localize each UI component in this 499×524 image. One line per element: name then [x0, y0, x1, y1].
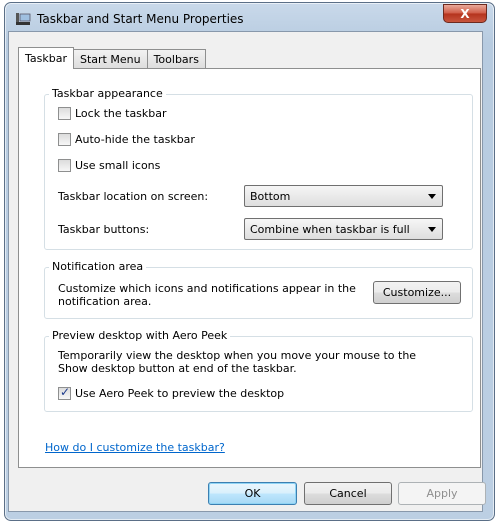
- taskbar-buttons-value: Combine when taskbar is full: [250, 222, 410, 236]
- chevron-down-icon: [428, 227, 436, 232]
- taskbar-location-value: Bottom: [250, 189, 291, 203]
- taskbar-app-icon: [16, 13, 31, 25]
- use-aero-peek-option[interactable]: Use Aero Peek to preview the desktop: [58, 385, 285, 400]
- ok-button-label: OK: [244, 487, 261, 500]
- lock-taskbar-checkbox[interactable]: [58, 107, 71, 120]
- notification-text-line1: Customize which icons and notifications …: [58, 282, 356, 295]
- notification-area-legend: Notification area: [49, 260, 147, 273]
- taskbar-location-dropdown[interactable]: Bottom: [244, 185, 443, 207]
- small-icons-checkbox[interactable]: [58, 159, 71, 172]
- window-title: Taskbar and Start Menu Properties: [37, 12, 244, 26]
- tab-taskbar-label: Taskbar: [25, 52, 67, 65]
- aero-peek-text-line2: Show desktop button at end of the taskba…: [58, 362, 297, 375]
- small-icons-option[interactable]: Use small icons: [58, 159, 160, 172]
- apply-button[interactable]: Apply: [398, 482, 486, 505]
- aero-peek-text-line1: Temporarily view the desktop when you mo…: [58, 349, 417, 362]
- autohide-taskbar-checkbox[interactable]: [58, 133, 71, 146]
- aero-peek-legend: Preview desktop with Aero Peek: [49, 329, 231, 342]
- tab-start-menu-label: Start Menu: [80, 53, 141, 66]
- help-link[interactable]: How do I customize the taskbar?: [45, 441, 225, 454]
- lock-taskbar-option[interactable]: Lock the taskbar: [58, 107, 167, 120]
- ok-button[interactable]: OK: [208, 482, 297, 505]
- aero-peek-description: Temporarily view the desktop when you mo…: [58, 349, 468, 375]
- close-button[interactable]: X: [443, 4, 487, 23]
- notification-description: Customize which icons and notifications …: [58, 282, 370, 308]
- use-aero-peek-checkbox[interactable]: [58, 385, 71, 400]
- lock-taskbar-label: Lock the taskbar: [75, 107, 167, 120]
- taskbar-buttons-dropdown[interactable]: Combine when taskbar is full: [244, 218, 443, 240]
- taskbar-appearance-legend: Taskbar appearance: [49, 87, 166, 100]
- taskbar-buttons-label: Taskbar buttons:: [58, 223, 150, 236]
- autohide-taskbar-label: Auto-hide the taskbar: [75, 133, 195, 146]
- use-aero-peek-label: Use Aero Peek to preview the desktop: [75, 387, 285, 400]
- cancel-button[interactable]: Cancel: [304, 482, 392, 505]
- tab-start-menu[interactable]: Start Menu: [73, 49, 148, 69]
- customize-button[interactable]: Customize...: [373, 281, 461, 304]
- customize-button-label: Customize...: [382, 286, 452, 299]
- close-icon: X: [460, 6, 470, 21]
- tab-toolbars-label: Toolbars: [153, 53, 199, 66]
- taskbar-location-label: Taskbar location on screen:: [58, 190, 209, 203]
- apply-button-label: Apply: [426, 487, 458, 500]
- tab-toolbars[interactable]: Toolbars: [146, 49, 206, 69]
- tab-taskbar[interactable]: Taskbar: [18, 47, 74, 69]
- tab-strip: Taskbar Start Menu Toolbars: [18, 47, 206, 69]
- notification-text-line2: notification area.: [58, 295, 152, 308]
- small-icons-label: Use small icons: [75, 159, 161, 172]
- chevron-down-icon: [428, 194, 436, 199]
- autohide-taskbar-option[interactable]: Auto-hide the taskbar: [58, 133, 195, 146]
- cancel-button-label: Cancel: [329, 487, 367, 500]
